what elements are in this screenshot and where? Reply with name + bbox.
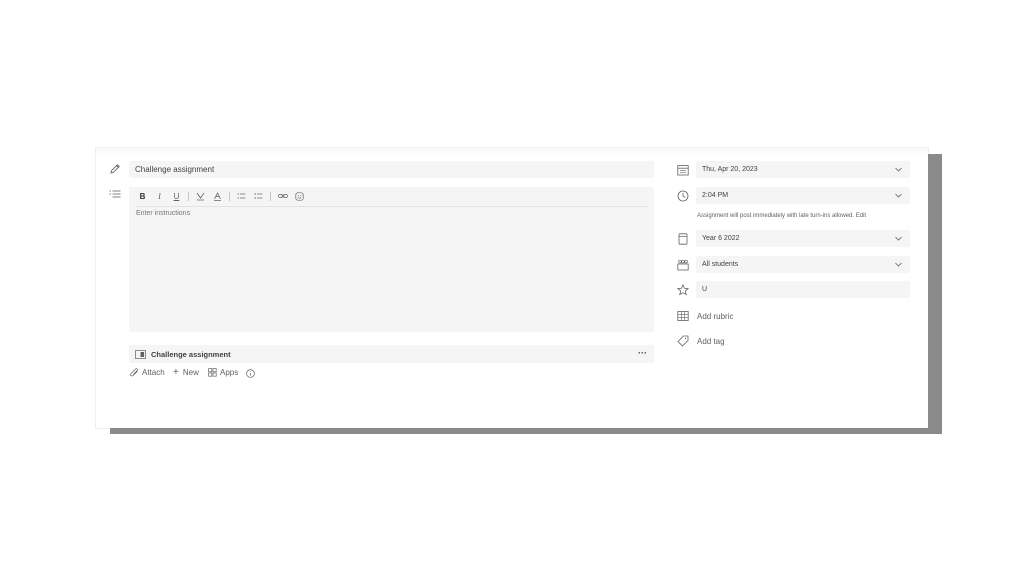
instructions-placeholder: Enter instructions bbox=[136, 210, 191, 217]
font-color-icon[interactable] bbox=[211, 190, 224, 202]
chevron-down-icon bbox=[895, 262, 902, 267]
posting-note[interactable]: Assignment will post immediately with la… bbox=[697, 213, 866, 219]
chevron-down-icon bbox=[895, 167, 902, 172]
due-time-dropdown[interactable]: 2:04 PM bbox=[696, 187, 910, 204]
plus-icon: + bbox=[173, 367, 179, 378]
title-input[interactable]: Challenge assignment bbox=[129, 161, 654, 178]
bullet-list-icon[interactable] bbox=[235, 190, 248, 202]
new-button[interactable]: + New bbox=[173, 367, 199, 378]
editor-toolbar-divider bbox=[136, 206, 648, 207]
apps-button[interactable]: Apps bbox=[208, 368, 238, 377]
students-value: All students bbox=[702, 261, 739, 268]
apps-label: Apps bbox=[220, 368, 239, 377]
add-tag-button[interactable]: Add tag bbox=[697, 337, 725, 346]
due-date-value: Thu, Apr 20, 2023 bbox=[702, 166, 758, 173]
emoji-icon[interactable] bbox=[293, 190, 306, 202]
highlight-icon[interactable] bbox=[194, 190, 207, 202]
due-date-dropdown[interactable]: Thu, Apr 20, 2023 bbox=[696, 161, 910, 178]
chevron-down-icon bbox=[895, 236, 902, 241]
new-label: New bbox=[182, 368, 199, 377]
points-value: U bbox=[702, 286, 708, 293]
attachment-item[interactable]: Challenge assignment ··· bbox=[129, 345, 654, 363]
formatting-toolbar: B I U bbox=[136, 190, 310, 202]
link-icon[interactable] bbox=[276, 190, 289, 202]
attach-label: Attach bbox=[142, 368, 165, 377]
info-icon[interactable] bbox=[246, 369, 255, 378]
italic-button[interactable]: I bbox=[153, 190, 166, 202]
apps-icon bbox=[208, 368, 217, 377]
more-options-button[interactable]: ··· bbox=[638, 348, 647, 358]
chevron-down-icon bbox=[895, 193, 902, 198]
toolbar-separator bbox=[188, 191, 189, 201]
clock-icon bbox=[677, 190, 689, 202]
due-time-value: 2:04 PM bbox=[702, 192, 729, 199]
document-icon bbox=[135, 349, 146, 359]
rubric-icon bbox=[677, 311, 689, 321]
points-input[interactable]: U bbox=[696, 281, 910, 298]
pencil-icon bbox=[110, 164, 120, 174]
instructions-editor[interactable] bbox=[129, 187, 654, 332]
bold-button[interactable]: B bbox=[136, 190, 149, 202]
tag-icon bbox=[677, 335, 689, 347]
toolbar-separator bbox=[229, 191, 230, 201]
toolbar-separator bbox=[270, 191, 271, 201]
attachment-label: Challenge assignment bbox=[151, 349, 231, 359]
students-icon bbox=[677, 259, 689, 271]
paperclip-icon bbox=[130, 368, 138, 377]
numbered-list-icon[interactable] bbox=[252, 190, 265, 202]
attach-button[interactable]: Attach bbox=[130, 368, 165, 377]
calendar-icon bbox=[677, 165, 689, 176]
list-icon bbox=[109, 190, 121, 198]
add-rubric-button[interactable]: Add rubric bbox=[697, 312, 733, 321]
class-dropdown[interactable]: Year 6 2022 bbox=[696, 230, 910, 247]
title-value: Challenge assignment bbox=[135, 165, 215, 174]
students-dropdown[interactable]: All students bbox=[696, 256, 910, 273]
star-icon bbox=[677, 284, 689, 296]
class-notebook-icon bbox=[678, 233, 688, 245]
class-value: Year 6 2022 bbox=[702, 235, 740, 242]
underline-button[interactable]: U bbox=[170, 190, 183, 202]
